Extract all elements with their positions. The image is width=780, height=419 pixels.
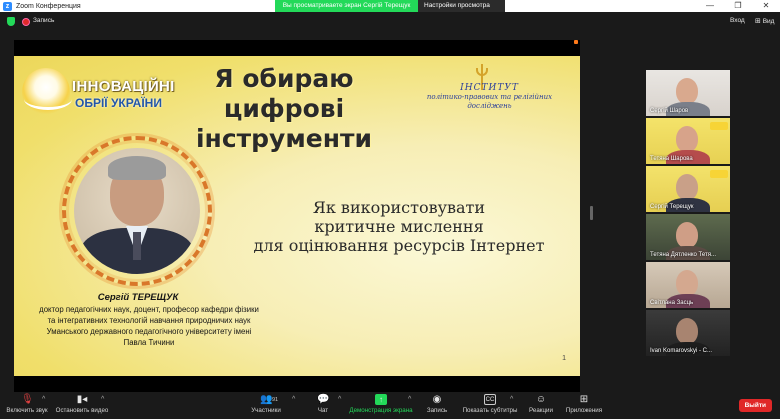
close-button[interactable]: ✕ [752, 0, 780, 12]
apps-label: Приложения [565, 407, 603, 414]
video-camera-icon: ▮◂ [76, 394, 88, 405]
participant-name: Тетяна Дятленко Тетя... [650, 252, 717, 258]
share-screen-button[interactable]: ↑ Демонстрация экрана [348, 394, 414, 414]
brand-logo: ІННОВАЦІЙНІ ОБРІЇ УКРАЇНИ [20, 64, 174, 116]
shield-icon[interactable] [7, 17, 15, 26]
participant-name: Тетяна Шарова [650, 156, 693, 162]
window-title: Zoom Конференция [16, 2, 81, 10]
institute-line-1: ІНСТИТУТ [460, 83, 519, 93]
brand-line-1: ІННОВАЦІЙНІ [72, 78, 175, 95]
view-label: Вид [762, 18, 775, 25]
record-label: Запись [426, 407, 448, 414]
participant-name: Сергій Шаров [650, 108, 689, 114]
participants-count: 91 [272, 397, 279, 403]
institute-name: ІНСТИТУТ політико-правових та релігійних… [402, 84, 577, 111]
participant-tile[interactable]: Ivan Komarovskyi - С... [646, 310, 730, 356]
record-status-label: Запись [33, 17, 55, 24]
zoom-logo-icon: z [3, 1, 12, 11]
record-button[interactable]: ◉ Запись [424, 394, 450, 414]
brand-line-2: ОБРІЇ УКРАЇНИ [75, 96, 162, 110]
participants-button[interactable]: 👥 91 Участники [248, 394, 284, 414]
slide-page-number: 1 [562, 355, 566, 362]
share-indicator-icon [574, 40, 578, 44]
participant-tile[interactable]: Сергій Шаров [646, 70, 730, 116]
institute-line-3: досліджень [467, 102, 512, 110]
maximize-button[interactable]: ❐ [724, 0, 752, 12]
meeting-info-bar: Запись Вход ⊞ Вид [0, 12, 780, 32]
login-button[interactable]: Вход [730, 17, 745, 24]
window-controls: — ❐ ✕ [696, 0, 780, 12]
show-captions-label: Показать субтитры [462, 407, 518, 414]
topic-line-2: критичне мислення [314, 217, 484, 236]
share-banner: Вы просматриваете экран Сергій Терещук Н… [275, 0, 505, 21]
participant-name: Ivan Komarovskyi - С... [650, 348, 713, 354]
chat-icon: 💬 [317, 394, 330, 405]
record-icon: ◉ [432, 394, 442, 405]
participant-name: Сергій Терещук [650, 204, 694, 210]
microphone-muted-icon: 🎙 [21, 394, 34, 405]
chat-label: Чат [317, 407, 329, 414]
share-screen-icon: ↑ [375, 394, 387, 405]
apps-grid-icon: ⊞ [579, 394, 589, 405]
talk-topic: Як використовувати критичне мислення для… [224, 198, 574, 255]
view-settings-label: Настройки просмотра [424, 2, 490, 9]
logo-arc [24, 88, 72, 110]
participant-tile[interactable]: Тетяна Дятленко Тетя... [646, 214, 730, 260]
speaker-name: Сергій ТЕРЕЩУК [97, 292, 179, 303]
smiley-plus-icon: ☺ [535, 394, 547, 405]
stop-video-label: Остановить видео [55, 407, 109, 414]
speaker-portrait [74, 148, 200, 274]
participants-icon: 👥 [260, 394, 273, 405]
share-screen-label: Демонстрация экрана [349, 407, 413, 414]
meeting-toolbar: 🎙 Включить звук ^ ▮◂ Остановить видео ^ … [0, 392, 780, 419]
view-settings-button[interactable]: Настройки просмотра ⌄ [418, 0, 505, 21]
participant-tile-active[interactable]: Сергій Терещук [646, 166, 730, 212]
participant-tile[interactable]: Світлана Засць [646, 262, 730, 308]
topic-line-1: Як використовувати [312, 198, 486, 217]
participants-label: Участники [251, 407, 281, 414]
brand-logo-icon [710, 122, 728, 130]
slide-title: Я обираю цифрові інструменти [195, 64, 372, 153]
reactions-button[interactable]: ☺ Реакции [526, 394, 556, 414]
share-banner-text: Вы просматриваете экран Сергій Терещук [275, 0, 418, 12]
record-icon[interactable] [22, 18, 30, 26]
chat-button[interactable]: 💬 Чат [312, 394, 334, 414]
participant-tile[interactable]: Тетяна Шарова [646, 118, 730, 164]
minimize-button[interactable]: — [696, 0, 724, 12]
view-button[interactable]: ⊞ Вид [755, 17, 774, 25]
reactions-label: Реакции [529, 407, 553, 414]
speaker-bio: доктор педагогічних наук, доцент, профес… [39, 305, 259, 347]
grid-icon: ⊞ [755, 18, 761, 25]
leave-button[interactable]: Выйти [738, 399, 772, 412]
closed-captions-icon: CC [484, 394, 496, 405]
presentation-slide: ІННОВАЦІЙНІ ОБРІЇ УКРАЇНИ Я обираю цифро… [14, 56, 580, 376]
apps-button[interactable]: ⊞ Приложения [564, 394, 604, 414]
topic-line-3: для оцінювання ресурсів Інтернет [253, 236, 545, 255]
brand-logo-icon [710, 170, 728, 178]
institute-line-2: політико-правових та релігійних [426, 93, 553, 101]
participant-name: Світлана Засць [650, 300, 694, 306]
resize-handle[interactable] [590, 206, 593, 220]
unmute-label: Включить звук [6, 407, 48, 414]
